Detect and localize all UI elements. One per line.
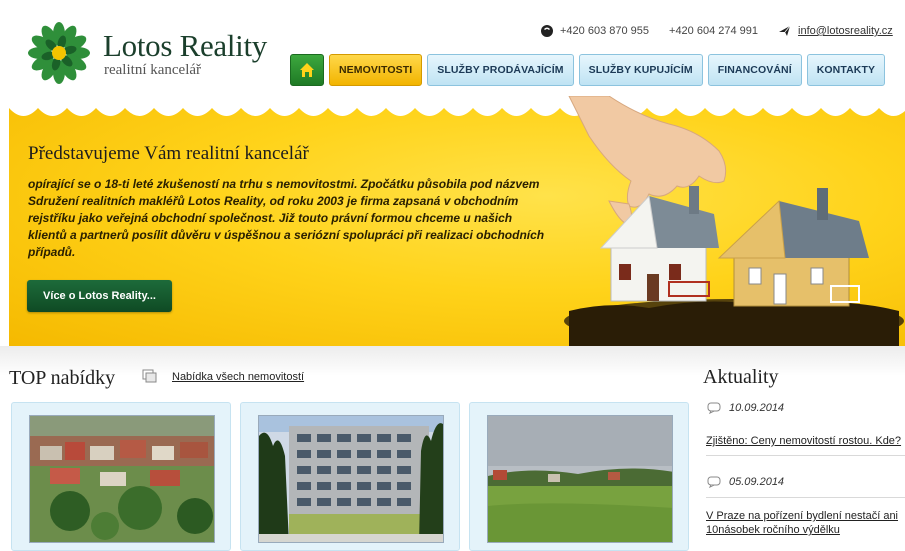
apartment-block-photo[interactable] [258, 415, 444, 543]
main-nav: NEMOVITOSTI SLUŽBY PRODÁVAJÍCÍM SLUŽBY K… [290, 54, 886, 86]
comment-icon [707, 402, 721, 414]
lotos-logo-icon[interactable] [28, 22, 90, 84]
offer-card[interactable] [240, 402, 460, 551]
news-separator [706, 455, 905, 456]
nav-item-financovani[interactable]: FINANCOVÁNÍ [707, 54, 802, 86]
news-link-2[interactable]: V Praze na pořízení bydlení nestačí ani … [706, 509, 905, 537]
offer-card[interactable] [469, 402, 689, 551]
news-date-1: 10.09.2014 [729, 402, 785, 414]
nav-item-nemovitosti[interactable]: NEMOVITOSTI [329, 54, 423, 86]
phone-number-1[interactable]: +420 603 870 955 [560, 25, 649, 37]
site-header: Lotos Reality realitní kancelář +420 603… [0, 0, 905, 100]
hero-text: opírající se o 18-ti leté zkušeností na … [28, 177, 545, 259]
news-separator [706, 497, 905, 498]
home-button[interactable] [290, 54, 324, 86]
all-offers-link[interactable]: Nabídka všech nemovitostí [172, 371, 304, 383]
green-field-photo[interactable] [487, 415, 673, 543]
news-date-2: 05.09.2014 [729, 476, 785, 488]
nav-item-kontakty[interactable]: KONTAKTY [806, 54, 886, 86]
brand-name[interactable]: Lotos Reality [103, 28, 267, 64]
nav-item-sluzby-kupujicim[interactable]: SLUŽBY KUPUJÍCÍM [578, 54, 703, 86]
top-offers-title: TOP nabídky [9, 367, 116, 389]
yellow-house [717, 188, 869, 307]
news-date: 05.09.2014 [707, 476, 784, 488]
envelope-icon [779, 25, 791, 36]
offer-card[interactable] [11, 402, 231, 551]
hero-title: Představujeme Vám realitní kancelář [28, 143, 309, 164]
houses-illustration [564, 96, 904, 346]
village-aerial-photo[interactable] [29, 415, 215, 543]
email-link[interactable]: info@lotosreality.cz [798, 25, 893, 37]
news-link-1[interactable]: Zjištěno: Ceny nemovitostí rostou. Kde? [706, 434, 905, 448]
about-button[interactable]: Více o Lotos Reality... [27, 280, 172, 312]
phone-number-2[interactable]: +420 604 274 991 [669, 25, 758, 37]
hero-banner: Představujeme Vám realitní kancelář opír… [9, 96, 905, 346]
comment-icon [707, 476, 721, 488]
offer-cards [11, 402, 689, 551]
listing-icon [142, 369, 157, 383]
news-title: Aktuality [703, 366, 779, 388]
nav-item-sluzby-prodavajicim[interactable]: SLUŽBY PRODÁVAJÍCÍM [427, 54, 574, 86]
contact-bar: +420 603 870 955 +420 604 274 991 info@l… [540, 22, 905, 40]
brand-subtitle: realitní kancelář [104, 62, 202, 78]
phone-icon [541, 25, 553, 37]
news-date: 10.09.2014 [707, 402, 784, 414]
home-icon [300, 63, 314, 77]
